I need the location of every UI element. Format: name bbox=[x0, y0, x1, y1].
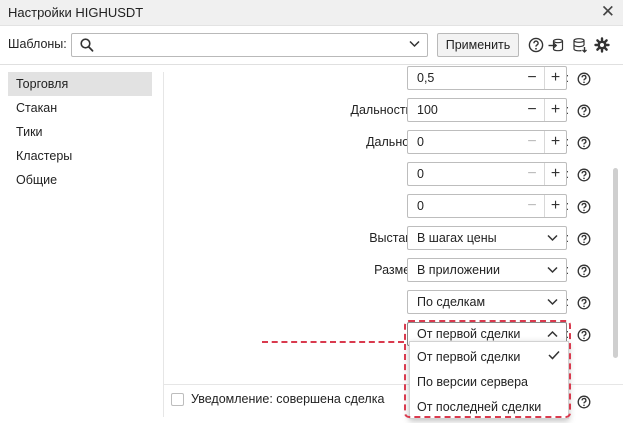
trade-notification-checkbox[interactable] bbox=[171, 393, 184, 406]
template-search-input[interactable] bbox=[100, 36, 400, 54]
search-icon bbox=[80, 38, 94, 52]
dropdown-option-server-version[interactable]: По версии сервера bbox=[410, 370, 568, 394]
increment-button[interactable]: + bbox=[544, 67, 566, 89]
settings-sidebar: Торговля Стакан Тики Кластеры Общие bbox=[8, 72, 152, 192]
help-icon[interactable] bbox=[528, 37, 544, 53]
increment-button[interactable]: + bbox=[544, 131, 566, 153]
increment-button[interactable]: + bbox=[544, 195, 566, 217]
stop-trigger-value: По сделкам bbox=[417, 295, 486, 309]
stop-distance-row: Дальность заброса от стоп-заявок: 0 − + bbox=[164, 127, 623, 159]
sidebar-item-general[interactable]: Общие bbox=[8, 168, 152, 192]
option-label: От последней сделки bbox=[417, 400, 542, 414]
help-icon[interactable] bbox=[577, 200, 591, 214]
save-template-icon[interactable] bbox=[572, 37, 588, 53]
help-icon[interactable] bbox=[577, 328, 591, 342]
apply-button[interactable]: Применить bbox=[437, 33, 519, 57]
stop-distance-value[interactable]: 0 bbox=[417, 135, 424, 149]
limit-distance-stepper[interactable]: 100 − + bbox=[407, 98, 567, 122]
avg-price-value: От первой сделки bbox=[417, 327, 521, 341]
templates-label: Шаблоны: bbox=[8, 37, 67, 51]
sl-tp-mode-select[interactable]: В шагах цены bbox=[407, 226, 567, 250]
decrement-button[interactable]: − bbox=[521, 67, 543, 89]
stop-loss-row: Stop-loss (шагов цены): 0 − + bbox=[164, 159, 623, 191]
trade-notification-label[interactable]: Уведомление: совершена сделка bbox=[191, 392, 384, 406]
help-icon[interactable] bbox=[577, 296, 591, 310]
gear-icon[interactable] bbox=[594, 37, 610, 53]
working-volume-stepper[interactable]: 0,5 − + bbox=[407, 66, 567, 90]
decrement-button[interactable]: − bbox=[521, 195, 543, 217]
sl-tp-place-select[interactable]: В приложении bbox=[407, 258, 567, 282]
working-volume-row: Рабочий объем 5: 0,5 − + bbox=[164, 66, 623, 95]
sidebar-item-trading[interactable]: Торговля bbox=[8, 72, 152, 96]
checkmark-icon bbox=[548, 350, 560, 360]
dropdown-option-last-trade[interactable]: От последней сделки bbox=[410, 395, 568, 419]
help-icon[interactable] bbox=[577, 395, 591, 409]
take-profit-row: Take-profit (шагов цены): 0 − + bbox=[164, 191, 623, 223]
trading-settings-panel: Рабочий объем 5: 0,5 − + Дальность забро… bbox=[164, 66, 623, 384]
increment-button[interactable]: + bbox=[544, 163, 566, 185]
sl-tp-mode-value: В шагах цены bbox=[417, 231, 497, 245]
stop-loss-value[interactable]: 0 bbox=[417, 167, 424, 181]
sl-tp-place-value: В приложении bbox=[417, 263, 500, 277]
working-volume-value[interactable]: 0,5 bbox=[417, 71, 434, 85]
toolbar-divider bbox=[0, 64, 623, 65]
help-icon[interactable] bbox=[577, 136, 591, 150]
template-search-combobox[interactable] bbox=[71, 33, 428, 57]
decrement-button[interactable]: − bbox=[521, 99, 543, 121]
help-icon[interactable] bbox=[577, 232, 591, 246]
chevron-up-icon bbox=[547, 330, 558, 338]
avg-price-dropdown: От первой сделки По версии сервера От по… bbox=[409, 341, 569, 419]
help-icon[interactable] bbox=[577, 168, 591, 182]
decrement-button[interactable]: − bbox=[521, 131, 543, 153]
sl-tp-mode-row: Выставление Stop-loss/Take-Profit: В шаг… bbox=[164, 223, 623, 255]
limit-distance-value[interactable]: 100 bbox=[417, 103, 438, 117]
chevron-down-icon bbox=[547, 298, 558, 306]
take-profit-value[interactable]: 0 bbox=[417, 199, 424, 213]
help-icon[interactable] bbox=[577, 104, 591, 118]
sl-tp-place-row: Размещение Stop-loss/Take-profit: В прил… bbox=[164, 255, 623, 287]
window-title: Настройки HIGHUSDT bbox=[8, 5, 144, 20]
take-profit-stepper[interactable]: 0 − + bbox=[407, 194, 567, 218]
limit-distance-row: Дальность заброса лимитных заявок: 100 −… bbox=[164, 95, 623, 127]
option-label: По версии сервера bbox=[417, 375, 529, 389]
stop-trigger-row: Срабатывание стоп-заявок: По сделкам bbox=[164, 287, 623, 319]
stop-trigger-select[interactable]: По сделкам bbox=[407, 290, 567, 314]
scrollbar-thumb[interactable] bbox=[613, 168, 618, 358]
sidebar-item-ticks[interactable]: Тики bbox=[8, 120, 152, 144]
option-label: От первой сделки bbox=[417, 350, 521, 364]
stop-distance-stepper[interactable]: 0 − + bbox=[407, 130, 567, 154]
increment-button[interactable]: + bbox=[544, 99, 566, 121]
stop-loss-stepper[interactable]: 0 − + bbox=[407, 162, 567, 186]
close-icon[interactable]: ✕ bbox=[601, 2, 615, 22]
sidebar-item-dom[interactable]: Стакан bbox=[8, 96, 152, 120]
dropdown-option-first-trade[interactable]: От первой сделки bbox=[410, 345, 568, 369]
help-icon[interactable] bbox=[577, 72, 591, 86]
chevron-down-icon bbox=[547, 266, 558, 274]
template-toolbar: Шаблоны: Применить bbox=[0, 26, 623, 64]
sidebar-item-clusters[interactable]: Кластеры bbox=[8, 144, 152, 168]
chevron-down-icon[interactable] bbox=[409, 40, 420, 48]
decrement-button[interactable]: − bbox=[521, 163, 543, 185]
chevron-down-icon bbox=[547, 234, 558, 242]
title-bar: Настройки HIGHUSDT ✕ bbox=[0, 0, 623, 26]
help-icon[interactable] bbox=[577, 264, 591, 278]
import-template-icon[interactable] bbox=[548, 37, 564, 53]
